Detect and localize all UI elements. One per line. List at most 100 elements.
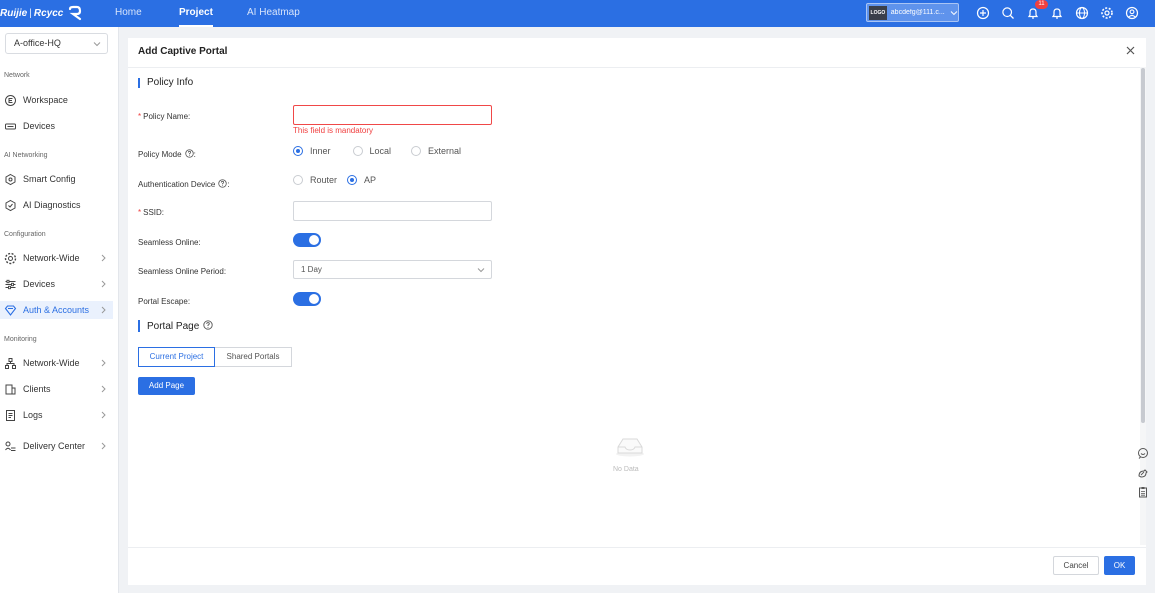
seamless-period-label: Seamless Online Period:: [138, 267, 226, 276]
auth-device-radio-group: Router AP: [293, 175, 376, 185]
sidebar-item-delivery-center[interactable]: Delivery Center: [0, 437, 113, 455]
sidebar-item-smart-config[interactable]: Smart Config: [0, 170, 113, 188]
clipboard-icon[interactable]: [1137, 486, 1149, 498]
add-page-button[interactable]: Add Page: [138, 377, 195, 395]
required-mark: *: [138, 112, 142, 121]
radio-local[interactable]: [352, 146, 363, 156]
search-icon[interactable]: [1001, 6, 1015, 20]
sidebar-item-devices-config[interactable]: Devices: [0, 275, 113, 293]
tab-shared-portals[interactable]: Shared Portals: [215, 347, 292, 367]
empty-inbox-icon: [616, 438, 644, 457]
help-icon[interactable]: [203, 320, 213, 330]
label-colon: :: [161, 208, 165, 217]
policy-name-error: This field is mandatory: [293, 126, 374, 135]
delivery-center-icon: [5, 441, 16, 451]
sidebar-item-devices[interactable]: Devices: [0, 117, 113, 135]
settings-icon[interactable]: [1100, 6, 1114, 20]
footer-divider: [128, 547, 1146, 548]
section-title-monitoring: Monitoring: [4, 336, 37, 343]
policy-mode-radio-group: Inner Local External: [293, 146, 461, 156]
sidebar-item-label: Clients: [23, 384, 51, 394]
tab-home[interactable]: Home: [115, 0, 142, 27]
chat-support-icon[interactable]: [1137, 447, 1149, 459]
chevron-right-icon: [101, 411, 106, 419]
brand-separator: |: [29, 7, 32, 19]
policy-name-input[interactable]: [293, 105, 492, 125]
topology-icon: [5, 357, 16, 369]
globe-icon[interactable]: [1075, 6, 1089, 20]
policy-name-label: * Policy Name:: [138, 112, 190, 121]
label-colon: :: [188, 112, 191, 121]
policy-mode-label: Policy Mode:: [138, 149, 196, 159]
seamless-period-select[interactable]: 1 Day: [293, 260, 492, 279]
sidebar-item-label: Network-Wide: [23, 358, 80, 368]
label-colon: :: [227, 180, 230, 189]
radio-external-label: External: [428, 146, 462, 156]
label-colon: :: [198, 238, 201, 247]
scrollbar-thumb[interactable]: [1141, 68, 1145, 423]
label-colon: :: [193, 150, 196, 159]
section-title: Policy Info: [147, 77, 194, 88]
radio-ap-label: AP: [364, 175, 377, 185]
sidebar-item-network-wide[interactable]: Network-Wide: [0, 249, 113, 267]
sidebar-item-label: Devices: [23, 121, 56, 131]
portal-escape-label: Portal Escape:: [138, 297, 190, 306]
sidebar-item-workspace[interactable]: Workspace: [0, 91, 113, 109]
tab-current-project[interactable]: Current Project: [138, 347, 215, 367]
sidebar-item-auth-accounts[interactable]: Auth & Accounts: [0, 301, 113, 319]
sidebar-item-monitoring-network-wide[interactable]: Network-Wide: [0, 354, 113, 372]
clients-icon: [5, 384, 16, 394]
tab-ai-heatmap[interactable]: AI Heatmap: [247, 0, 300, 27]
required-mark: *: [138, 208, 142, 217]
label-text: Policy Mode: [138, 150, 182, 159]
chevron-right-icon: [101, 306, 106, 314]
section-title-ai-networking: AI Networking: [4, 152, 48, 159]
notification-badge: 11: [1035, 0, 1048, 9]
sidebar-item-clients[interactable]: Clients: [0, 380, 113, 398]
sidebar-item-label: Logs: [23, 410, 43, 420]
account-dropdown[interactable]: LOGO abcdefg@111.c...: [866, 3, 959, 22]
label-text: Seamless Online Period: [138, 267, 224, 276]
cancel-button[interactable]: Cancel: [1053, 556, 1099, 575]
section-title: Portal Page: [147, 321, 200, 332]
account-logo: LOGO: [869, 5, 887, 20]
select-value: 1 Day: [301, 265, 322, 274]
seamless-online-toggle[interactable]: [293, 233, 321, 247]
chevron-right-icon: [101, 385, 106, 393]
section-portal-page: Portal Page: [138, 320, 213, 332]
add-captive-portal-panel: Add Captive Portal Policy Info * Policy N…: [128, 38, 1146, 585]
project-name: A-office-HQ: [14, 38, 61, 48]
user-icon[interactable]: [1125, 6, 1139, 20]
brand-mark-icon: [69, 5, 82, 21]
brand-logo[interactable]: Ruijie | Rcycc: [0, 4, 83, 22]
add-circle-icon[interactable]: [976, 6, 990, 20]
sidebar-item-ai-diagnostics[interactable]: AI Diagnostics: [0, 196, 113, 214]
auth-device-label: Authentication Device:: [138, 179, 230, 189]
radio-router-label: Router: [310, 175, 338, 185]
feedback-edit-icon[interactable]: [1137, 467, 1149, 479]
smart-config-icon: [5, 173, 16, 185]
workspace-icon: [5, 94, 16, 106]
project-select[interactable]: A-office-HQ: [5, 33, 108, 54]
ssid-input[interactable]: [293, 201, 492, 221]
chevron-right-icon: [101, 280, 106, 288]
brand-name: Ruijie: [0, 7, 28, 19]
ok-button[interactable]: OK: [1104, 556, 1135, 575]
tab-project[interactable]: Project: [179, 0, 213, 27]
chevron-down-icon: [950, 10, 958, 15]
radio-router[interactable]: [293, 175, 303, 185]
bell-icon[interactable]: [1050, 6, 1064, 20]
sidebar-item-label: AI Diagnostics: [23, 200, 81, 210]
section-title-configuration: Configuration: [4, 231, 46, 238]
close-icon[interactable]: [1125, 45, 1136, 56]
chevron-down-icon: [93, 42, 101, 47]
portal-escape-toggle[interactable]: [293, 292, 321, 306]
logs-icon: [6, 409, 15, 421]
sidebar-item-logs[interactable]: Logs: [0, 406, 113, 424]
label-text: SSID: [143, 208, 162, 217]
radio-ap[interactable]: [347, 175, 358, 185]
sidebar-item-label: Auth & Accounts: [23, 305, 90, 315]
radio-external[interactable]: [411, 146, 422, 156]
help-icon[interactable]: [184, 149, 194, 158]
radio-inner[interactable]: [293, 146, 303, 156]
